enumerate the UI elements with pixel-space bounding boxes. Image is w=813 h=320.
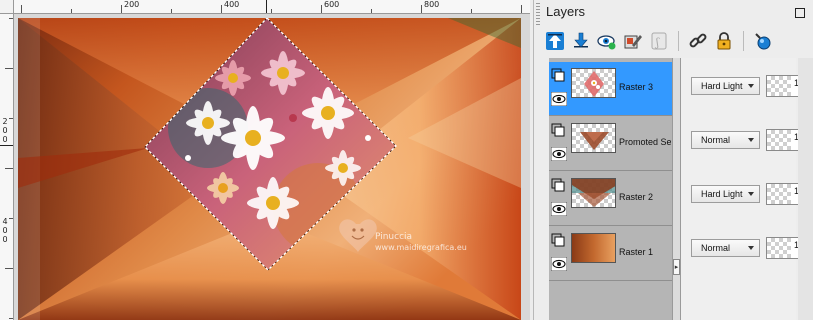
layers-toolbar: ʃ: [544, 30, 774, 54]
layer-list: Raster 3 Promoted Se Raster 2 Raster 1 ▸…: [549, 58, 813, 320]
visibility-eye-icon[interactable]: [551, 257, 567, 271]
ruler-label-800: 800: [424, 0, 440, 9]
layer-name: Raster 3: [619, 82, 654, 92]
visibility-eye-icon[interactable]: [551, 202, 567, 216]
link-icon: [689, 33, 707, 48]
psp-window: 200 400 600 800 2 0 0 4 0 0 Pinuccia www…: [0, 0, 813, 320]
palette-grip[interactable]: [536, 3, 540, 25]
layer-thumbnail: [571, 68, 616, 98]
blend-mode-value: Normal: [701, 135, 731, 145]
visibility-eye-icon[interactable]: [551, 147, 567, 161]
layer-properties: Hard Light 100 Normal 100: [681, 58, 813, 320]
layer-row-raster-2[interactable]: Raster 2: [549, 172, 672, 226]
eye-icon: [597, 35, 616, 50]
layer-name: Raster 1: [619, 247, 654, 257]
blend-mode-select[interactable]: Hard Light: [691, 185, 760, 203]
chevron-down-icon: [748, 192, 754, 196]
layer-thumbnail: [571, 233, 616, 263]
splitter-handle[interactable]: ▸: [673, 259, 680, 275]
ruler-label-400: 400: [224, 0, 240, 9]
layer-thumbnail: [571, 123, 616, 153]
layer-type-icon: [551, 178, 565, 192]
link-layers-button[interactable]: [687, 30, 709, 52]
mask-icon: ʃ: [651, 32, 667, 50]
layer-type-icon: [551, 123, 565, 137]
arrow-up-icon: [546, 32, 564, 50]
chevron-down-icon: [748, 246, 754, 250]
ruler-label-600: 600: [324, 0, 340, 9]
layer-options-icon: [755, 33, 771, 50]
palette-title: Layers: [546, 4, 586, 19]
layer-thumbnail: [571, 178, 616, 208]
layer-row-promoted-selection[interactable]: Promoted Se: [549, 117, 672, 171]
layer-rows: Raster 3 Promoted Se Raster 2 Raster 1: [549, 58, 672, 320]
layer-name: Promoted Se: [619, 137, 671, 147]
blend-mode-select[interactable]: Normal: [691, 131, 760, 149]
lock-icon: [717, 32, 731, 50]
blend-mode-value: Hard Light: [701, 81, 743, 91]
toolbar-separator: [743, 31, 744, 51]
splitter-track: [673, 58, 680, 320]
toggle-visibility-button[interactable]: [596, 30, 618, 52]
layer-row-raster-1[interactable]: Raster 1: [549, 227, 672, 281]
layer-row-raster-3[interactable]: Raster 3: [549, 62, 672, 116]
blend-mode-select[interactable]: Hard Light: [691, 77, 760, 95]
canvas-area[interactable]: 200 400 600 800 2 0 0 4 0 0 Pinuccia www…: [0, 0, 530, 320]
new-layer-options-button[interactable]: [752, 30, 774, 52]
artwork-svg: Pinuccia www.maidiregrafica.eu: [18, 18, 521, 320]
edit-selection-icon: [624, 35, 642, 49]
lock-transparency-button[interactable]: [713, 30, 735, 52]
blend-mode-select[interactable]: Normal: [691, 239, 760, 257]
chevron-down-icon: [748, 138, 754, 142]
mask-button[interactable]: ʃ: [648, 30, 670, 52]
watermark-name: Pinuccia: [375, 232, 412, 242]
blend-mode-value: Normal: [701, 243, 731, 253]
palette-close-button[interactable]: [795, 8, 805, 18]
watermark-url: www.maidiregrafica.eu: [375, 243, 467, 252]
layer-name: Raster 2: [619, 192, 654, 202]
chevron-down-icon: [748, 84, 754, 88]
arrow-down-icon: [574, 32, 588, 48]
ruler-corner: [0, 0, 14, 14]
layer-list-splitter[interactable]: ▸: [672, 58, 681, 320]
canvas-image[interactable]: Pinuccia www.maidiregrafica.eu: [18, 18, 521, 320]
layer-type-icon: [551, 233, 565, 247]
visibility-eye-icon[interactable]: [551, 92, 567, 106]
ruler-label-200: 200: [124, 0, 140, 9]
ruler-vertical: 2 0 0 4 0 0: [0, 14, 14, 320]
palette-scrollbar[interactable]: [798, 58, 813, 320]
ruler-horizontal: 200 400 600 800: [14, 0, 530, 14]
toolbar-separator: [678, 31, 679, 51]
move-layer-down-button[interactable]: [570, 30, 592, 52]
blend-mode-value: Hard Light: [701, 189, 743, 199]
move-layer-up-button[interactable]: [544, 30, 566, 52]
layer-type-icon: [551, 68, 565, 82]
edit-selection-button[interactable]: [622, 30, 644, 52]
layers-palette: Layers ʃ Raster 3 Promoted Se Raster 2 R…: [533, 0, 813, 320]
